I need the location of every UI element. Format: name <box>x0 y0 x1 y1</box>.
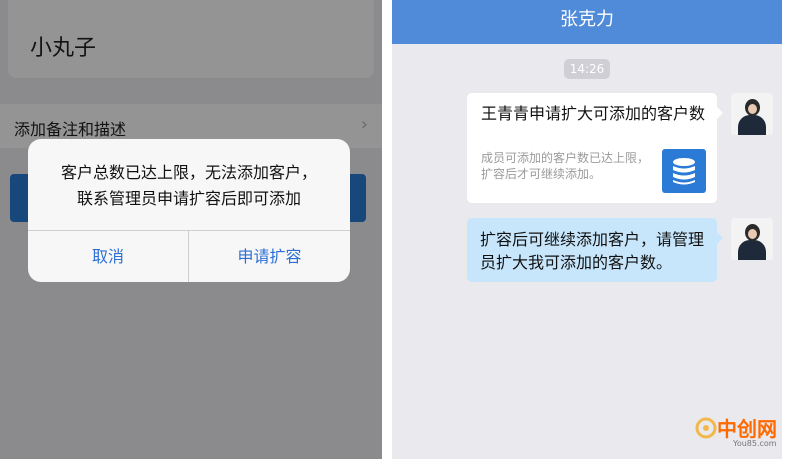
cancel-button[interactable]: 取消 <box>28 231 188 282</box>
alert-message: 客户总数已达上限，无法添加客户， 联系管理员申请扩容后即可添加 <box>28 160 350 212</box>
avatar[interactable] <box>731 93 773 135</box>
timestamp: 14:26 <box>564 59 610 79</box>
chat-title: 张克力 <box>560 9 614 30</box>
panel-divider <box>382 0 392 459</box>
request-card-desc: 成员可添加的客户数已达上限，扩容后才可继续添加。 <box>481 151 650 181</box>
message-text: 扩容后可继续添加客户，请管理员扩大我可添加的客户数。 <box>480 230 705 272</box>
request-card[interactable]: 王青青申请扩大可添加的客户数 成员可添加的客户数已达上限，扩容后才可继续添加。 <box>467 93 723 203</box>
right-screen: 张克力 14:26 王青青申请扩大可添加的客户数 成员可添加的客户数已达上限，扩… <box>392 0 782 459</box>
watermark-logo-icon <box>695 417 717 439</box>
request-card-title: 王青青申请扩大可添加的客户数 <box>481 104 706 123</box>
alert-dialog: 客户总数已达上限，无法添加客户， 联系管理员申请扩容后即可添加 取消 申请扩容 <box>28 139 350 282</box>
watermark-text: 中创网 <box>717 417 777 441</box>
message-bubble[interactable]: 扩容后可继续添加客户，请管理员扩大我可添加的客户数。 <box>467 218 723 282</box>
chat-header: 张克力 <box>392 0 782 44</box>
database-icon <box>662 149 706 193</box>
watermark: 中创网 You85.com <box>695 413 777 455</box>
left-screen: 小丸子 添加备注和描述 › 客户总数已达上限，无法添加客户， 联系管理员申请扩容… <box>0 0 382 459</box>
avatar[interactable] <box>731 218 773 260</box>
alert-message-line2: 联系管理员申请扩容后即可添加 <box>76 189 301 208</box>
watermark-sub: You85.com <box>733 439 777 448</box>
apply-expansion-button[interactable]: 申请扩容 <box>189 231 350 282</box>
alert-message-line1: 客户总数已达上限，无法添加客户， <box>60 163 317 182</box>
